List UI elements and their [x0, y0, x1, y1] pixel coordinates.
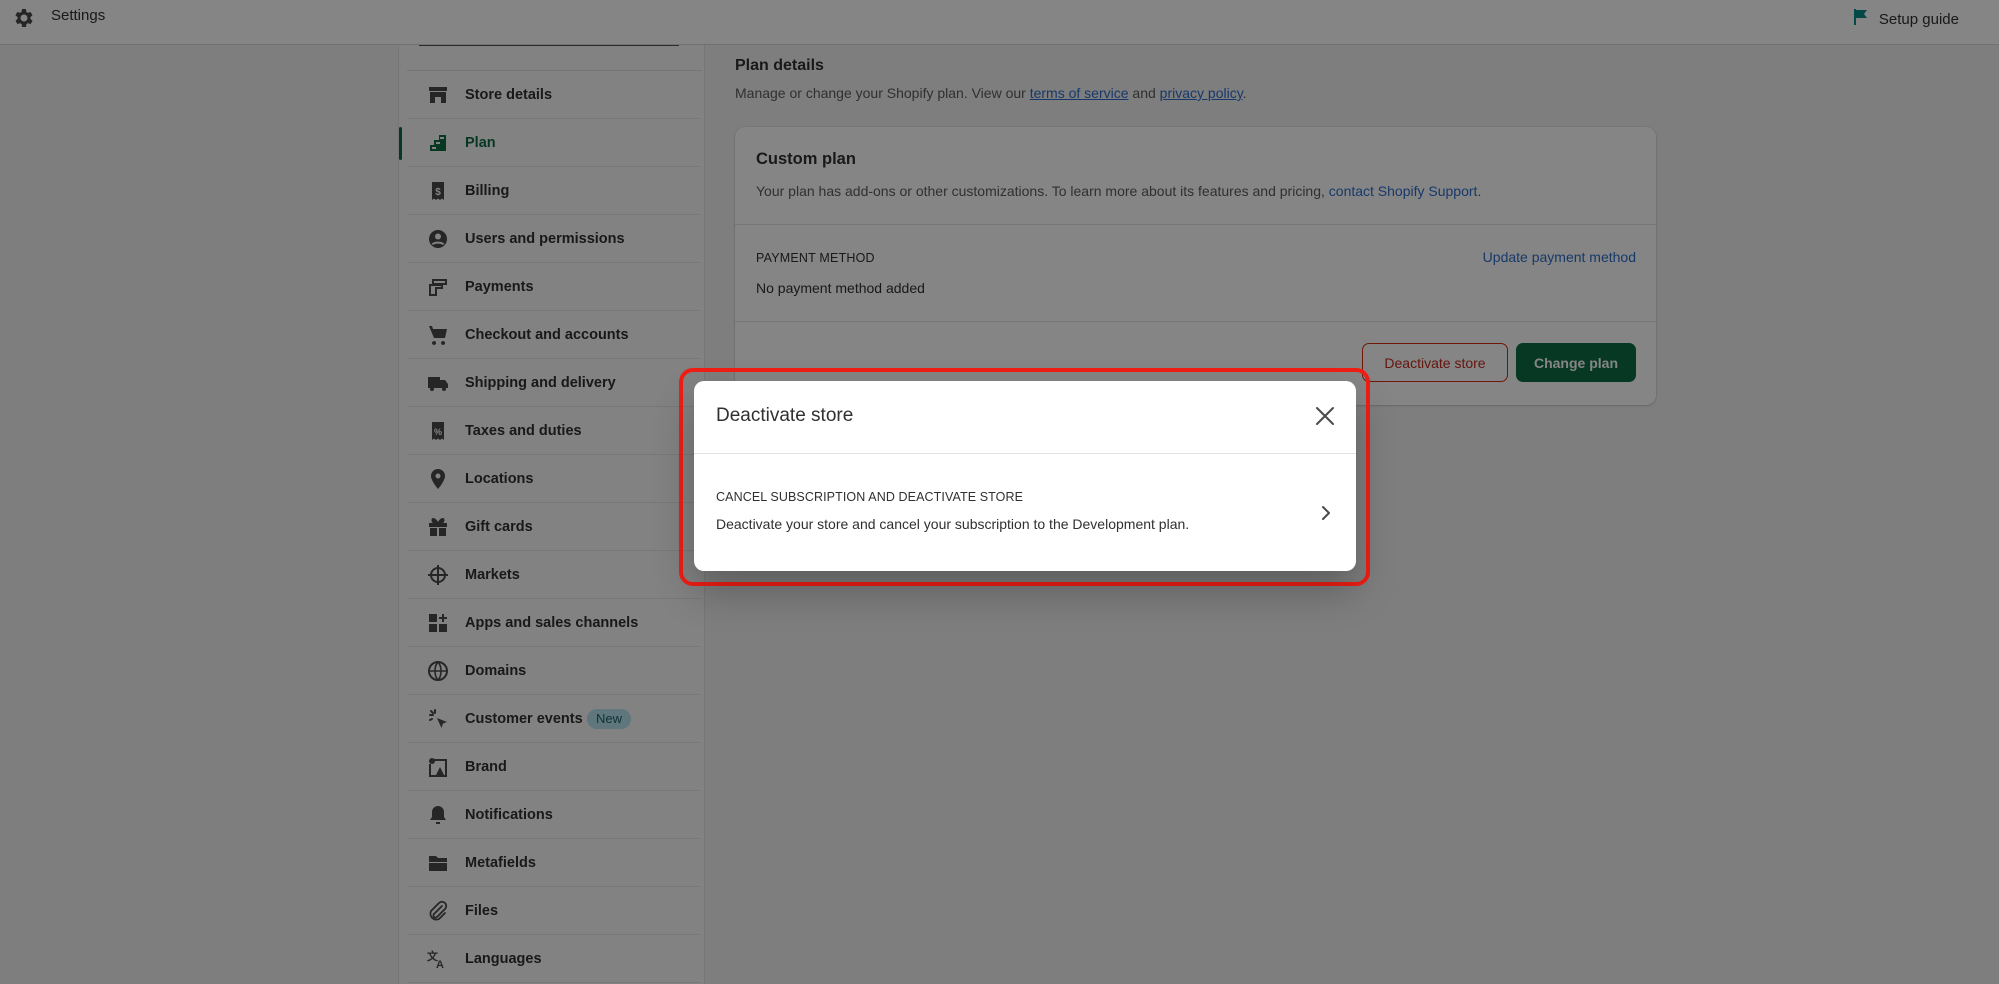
- modal-header: Deactivate store: [694, 381, 1356, 454]
- close-icon: [1316, 407, 1334, 425]
- cancel-subscription-option[interactable]: CANCEL SUBSCRIPTION AND DEACTIVATE STORE…: [694, 454, 1356, 571]
- modal-title: Deactivate store: [716, 405, 854, 426]
- option-description: Deactivate your store and cancel your su…: [716, 516, 1190, 532]
- close-button[interactable]: [1314, 405, 1336, 427]
- chevron-right-icon: [1322, 506, 1330, 520]
- option-title: CANCEL SUBSCRIPTION AND DEACTIVATE STORE: [716, 490, 1024, 504]
- deactivate-store-modal: Deactivate store CANCEL SUBSCRIPTION AND…: [694, 381, 1356, 571]
